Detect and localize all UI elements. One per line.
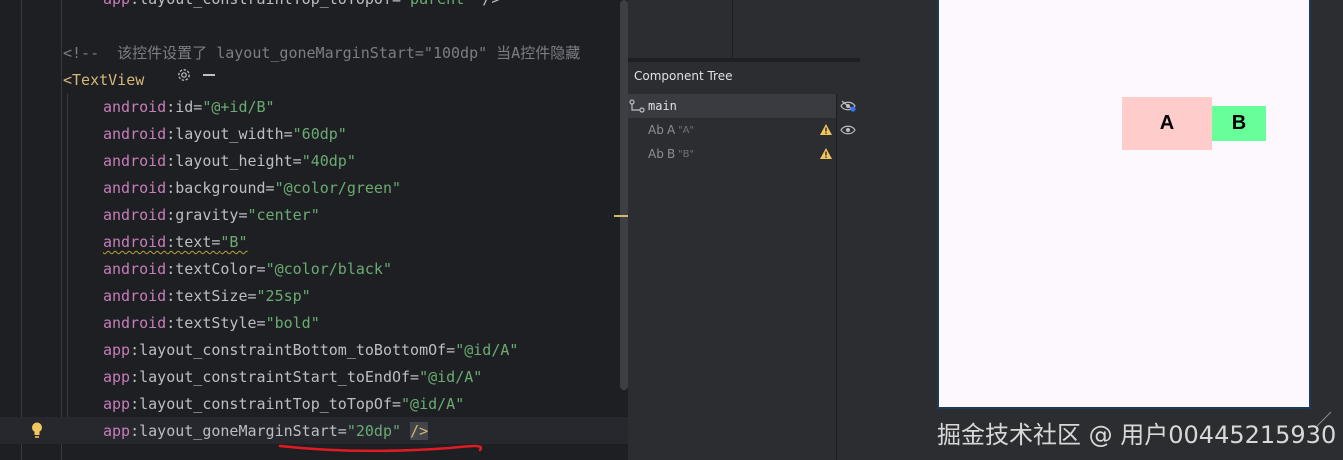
code-line[interactable]: android:layout_width="60dp" xyxy=(103,121,347,148)
tree-row-main[interactable]: main xyxy=(628,94,836,118)
code-line[interactable]: android:textStyle="bold" xyxy=(103,310,320,337)
code-token: "40dp" xyxy=(301,152,356,170)
code-token: :gravity= xyxy=(166,206,248,224)
editor-scrollbar[interactable] xyxy=(620,0,628,390)
component-tree-title: Component Tree xyxy=(634,69,733,83)
code-token: :layout_constraintTop_toTopOf= xyxy=(130,0,401,8)
textview-b-preview[interactable]: B xyxy=(1212,106,1266,141)
tree-label-a: A xyxy=(667,123,676,137)
component-tree-header: Component Tree xyxy=(628,62,860,92)
code-token: android xyxy=(103,314,167,332)
component-tree-panel: Component Tree main Ab A "A" Ab B "B" xyxy=(628,0,860,460)
code-token: :layout_constraintTop_toTopOf= xyxy=(130,395,402,413)
code-token: android xyxy=(103,260,167,278)
code-token: "@id/A" xyxy=(419,368,483,386)
code-token: "@+id/B" xyxy=(202,98,275,116)
textview-a-preview[interactable]: A xyxy=(1122,97,1212,150)
code-token: :textStyle= xyxy=(166,314,266,332)
code-line[interactable]: app:layout_constraintBottom_toBottomOf="… xyxy=(103,337,518,364)
code-line[interactable]: android:text="B" xyxy=(103,229,248,256)
code-token: "center" xyxy=(247,206,320,224)
constraint-layout-icon xyxy=(629,99,645,113)
visibility-column-divider xyxy=(836,94,837,460)
warning-icon[interactable] xyxy=(819,147,833,160)
lightbulb-icon[interactable] xyxy=(30,421,44,439)
code-token: <!-- 该控件设置了 layout_goneMarginStart="100d… xyxy=(63,44,581,62)
code-line[interactable]: android:layout_height="40dp" xyxy=(103,148,356,175)
code-token: app xyxy=(103,0,130,8)
code-token: "@color/green" xyxy=(274,179,402,197)
code-line[interactable]: app:layout_constraintTop_toTopOf="parent… xyxy=(103,0,500,13)
warning-icon[interactable] xyxy=(819,123,833,136)
indent-guide xyxy=(67,94,68,417)
code-token: app xyxy=(103,422,131,440)
code-token: :id= xyxy=(166,98,203,116)
tree-text-a: "A" xyxy=(678,125,695,136)
minimize-icon[interactable] xyxy=(203,74,215,76)
code-token: :textSize= xyxy=(166,287,257,305)
code-editor[interactable]: app:layout_constraintTop_toTopOf="parent… xyxy=(0,0,628,460)
code-token: "25sp" xyxy=(256,287,311,305)
red-handwritten-underline xyxy=(278,444,483,453)
device-preview[interactable] xyxy=(937,0,1311,409)
code-token: "@color/black" xyxy=(265,260,392,278)
code-token: :layout_constraintBottom_toBottomOf= xyxy=(130,341,456,359)
code-token: app xyxy=(103,341,131,359)
textview-icon: Ab xyxy=(648,123,664,137)
code-token: android xyxy=(103,233,167,251)
textview-icon: Ab xyxy=(648,147,664,161)
palette-items xyxy=(733,0,860,58)
tree-row-a[interactable]: Ab A "A" xyxy=(628,118,836,142)
code-line[interactable]: android:textSize="25sp" xyxy=(103,283,311,310)
gutter-fold-divider xyxy=(61,0,62,460)
gear-icon[interactable] xyxy=(176,67,192,83)
code-token: :background= xyxy=(166,179,275,197)
code-line[interactable]: <TextView xyxy=(63,67,144,94)
eye-hidden-icon[interactable] xyxy=(840,100,856,112)
code-line[interactable]: app:layout_constraintStart_toEndOf="@id/… xyxy=(103,364,482,391)
code-token: "60dp" xyxy=(292,125,347,143)
code-line[interactable]: android:textColor="@color/black" xyxy=(103,256,392,283)
code-line[interactable]: android:background="@color/green" xyxy=(103,175,401,202)
code-line[interactable]: android:id="@+id/B" xyxy=(103,94,275,121)
code-token: android xyxy=(103,179,167,197)
code-token: "parent" xyxy=(401,0,473,8)
code-token: "B" xyxy=(220,233,248,251)
watermark: 掘金技术社区 @ 用户00445215930 xyxy=(937,421,1337,449)
code-line[interactable]: <!-- 该控件设置了 layout_goneMarginStart="100d… xyxy=(63,40,580,67)
code-token: app xyxy=(103,395,131,413)
code-token: android xyxy=(103,125,167,143)
code-token: app xyxy=(103,368,131,386)
code-token: android xyxy=(103,98,167,116)
code-token: "bold" xyxy=(265,314,320,332)
warning-marker[interactable] xyxy=(614,215,628,217)
gutter-divider xyxy=(21,0,22,460)
code-token: android xyxy=(103,206,167,224)
code-line[interactable]: app:layout_constraintTop_toTopOf="@id/A" xyxy=(103,391,464,418)
palette-list xyxy=(628,0,732,58)
code-token: :text= xyxy=(166,233,221,251)
tree-label-b: B xyxy=(667,147,676,161)
tree-row-b[interactable]: Ab B "B" xyxy=(628,142,836,166)
tree-text-b: "B" xyxy=(678,149,695,160)
tree-label-main: main xyxy=(648,99,677,113)
code-token: android xyxy=(103,287,167,305)
code-token: :layout_width= xyxy=(166,125,293,143)
code-line[interactable]: android:gravity="center" xyxy=(103,202,320,229)
code-token: :layout_height= xyxy=(166,152,302,170)
code-token: :textColor= xyxy=(166,260,266,278)
code-token: "@id/A" xyxy=(401,395,465,413)
code-token: android xyxy=(103,152,167,170)
code-token: "@id/A" xyxy=(455,341,519,359)
code-token: <TextView xyxy=(63,71,145,89)
code-token: :layout_constraintStart_toEndOf= xyxy=(130,368,420,386)
eye-icon[interactable] xyxy=(840,124,856,136)
code-token: /> xyxy=(473,0,500,8)
